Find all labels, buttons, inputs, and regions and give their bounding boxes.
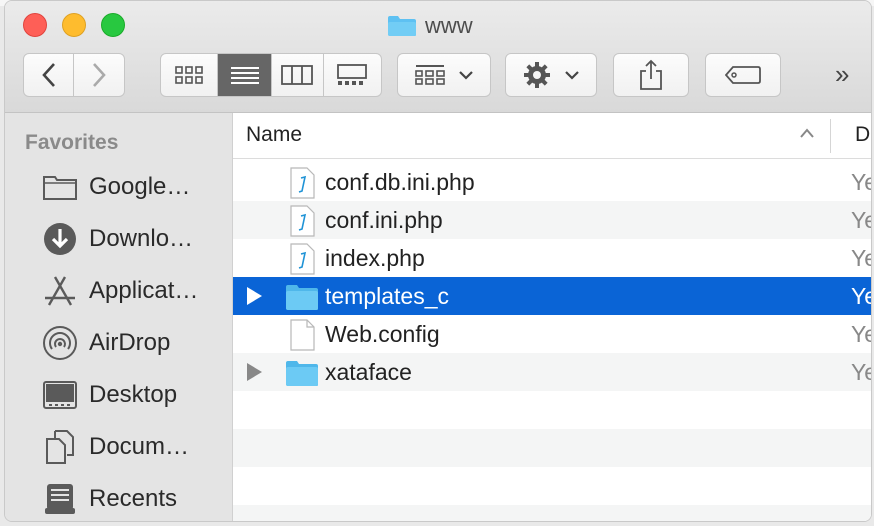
list-view-icon [230,67,259,84]
empty-row [233,467,871,505]
icon-view-button[interactable] [161,54,219,96]
file-date: Ye [851,169,871,195]
gallery-view-button[interactable] [324,54,381,96]
sidebar-item-airdrop[interactable]: AirDrop [41,323,170,363]
sidebar-item-label: Recents [89,485,178,512]
folder-icon [388,16,416,36]
file-name: xataface [325,359,412,385]
column-view-button[interactable] [272,54,324,96]
file-date: Ye [851,321,871,347]
file-name: Web.config [325,321,440,347]
list-view-button[interactable] [218,54,272,96]
file-list: Name D conf.db.ini.php Ye conf.ini.php Y… [233,113,871,521]
empty-row [233,505,871,521]
airdrop-icon [43,326,77,360]
window-title: www [387,13,473,39]
empty-row [233,391,871,429]
sidebar-item-label: Applicat… [89,277,199,304]
sidebar-item-recents[interactable]: Recents [41,479,177,519]
list-item[interactable]: index.php Ye [233,239,871,277]
column-date-header[interactable]: D [855,123,870,147]
column-separator[interactable] [830,119,831,153]
php-file-icon [290,167,315,199]
folder-icon [286,285,318,310]
recents-icon [45,484,75,514]
sort-ascending-icon [800,128,814,138]
file-name: conf.db.ini.php [325,169,475,195]
folder-icon [43,176,77,200]
list-item-selected[interactable]: templates_c Ye [233,277,871,315]
sidebar-item-label: Downlo… [89,225,194,252]
forward-button[interactable] [74,54,124,96]
sidebar-item-desktop[interactable]: Desktop [41,375,177,415]
icon-view-icon [175,66,204,84]
chevron-down-icon [459,71,473,80]
gallery-view-icon [337,64,368,85]
close-button[interactable] [23,13,47,37]
sidebar-item-documents[interactable]: Docum… [41,427,189,467]
sidebar-item-applications[interactable]: Applicat… [41,271,198,311]
column-name-header[interactable]: Name [246,123,302,147]
php-file-icon [290,243,315,275]
list-item[interactable]: conf.ini.php Ye [233,201,871,239]
tag-icon [725,66,761,84]
gear-icon [524,62,550,88]
file-name: templates_c [325,283,450,309]
zoom-button[interactable] [101,13,125,37]
title-bar: www » [5,1,871,113]
list-item[interactable]: xataface Ye [233,353,871,391]
documents-icon [46,430,74,464]
list-item[interactable]: Web.config Ye [233,315,871,353]
sidebar-item-label: Docum… [89,433,190,460]
file-name: index.php [325,245,425,271]
file-date: Ye [851,245,871,271]
chevron-right-icon [93,63,106,87]
chevron-left-icon [41,63,55,87]
sidebar-header: Favorites [25,131,119,154]
toolbar-overflow-button[interactable]: » [835,59,849,90]
download-icon [44,223,76,255]
finder-window: www » Favorites Google… Downlo… Applicat… [4,0,872,522]
disclosure-triangle-icon[interactable] [247,363,262,381]
sidebar-item-downloads[interactable]: Downlo… [41,219,193,259]
group-by-button[interactable] [397,53,491,97]
disclosure-triangle-icon[interactable] [247,287,262,305]
share-icon [640,59,662,90]
column-header: Name D [233,113,871,159]
empty-row [233,429,871,467]
applications-icon [45,276,75,306]
php-file-icon [290,205,315,237]
column-view-icon [281,65,314,85]
sidebar-item-label: Google… [89,173,191,200]
group-icon [415,65,445,85]
tag-button[interactable] [705,53,781,97]
navigation-buttons [23,53,125,97]
action-button[interactable] [505,53,597,97]
sidebar-item-label: Desktop [89,381,178,408]
folder-icon [286,361,318,386]
chevron-down-icon [565,71,579,80]
sidebar: Favorites Google… Downlo… Applicat… AirD… [5,113,233,521]
minimize-button[interactable] [62,13,86,37]
file-name: conf.ini.php [325,207,443,233]
file-date: Ye [851,283,871,309]
window-title-text: www [425,13,473,38]
back-button[interactable] [24,54,75,96]
desktop-icon [43,381,77,409]
file-icon [290,319,315,351]
view-mode-selector [160,53,382,97]
share-button[interactable] [613,53,689,97]
file-date: Ye [851,359,871,385]
sidebar-item-google[interactable]: Google… [41,167,190,207]
file-date: Ye [851,207,871,233]
list-item[interactable]: conf.db.ini.php Ye [233,163,871,201]
sidebar-item-label: AirDrop [89,329,171,356]
